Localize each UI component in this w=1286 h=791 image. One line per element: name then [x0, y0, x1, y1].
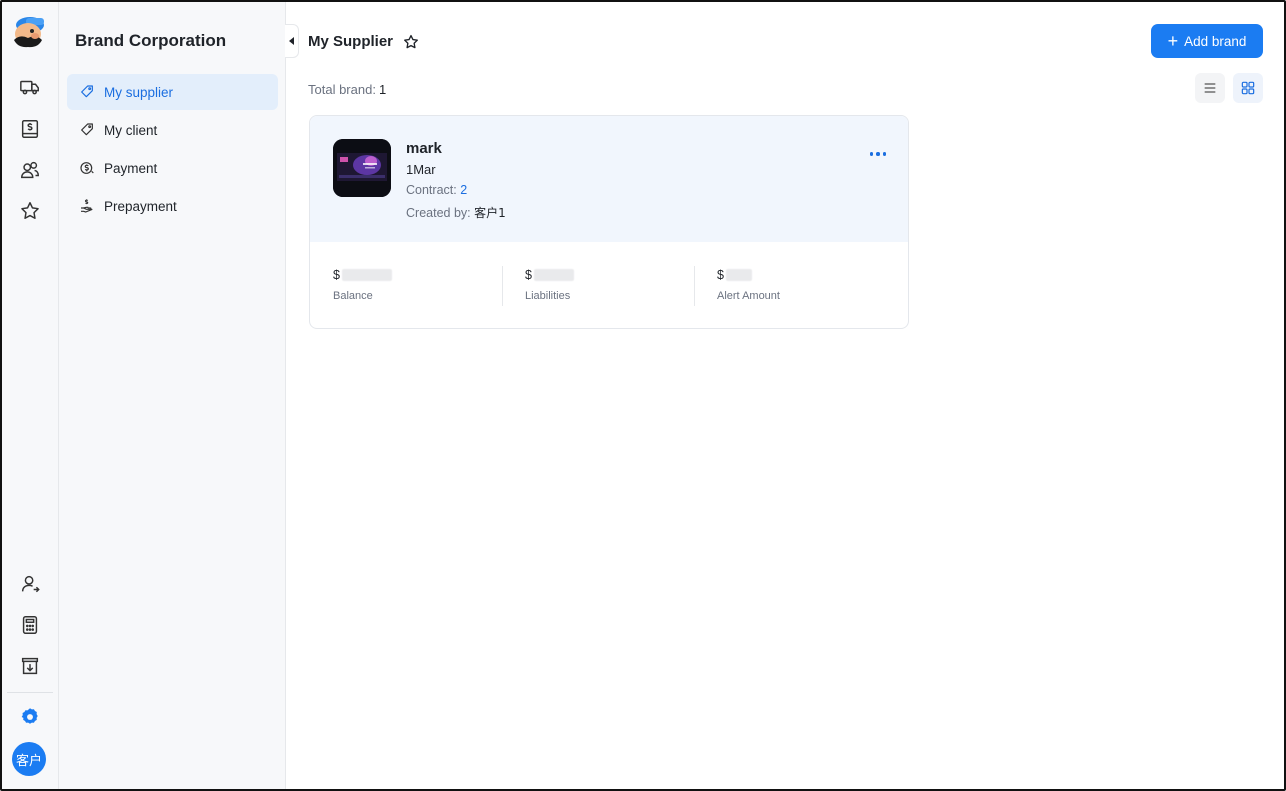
add-brand-label: Add brand — [1184, 33, 1247, 49]
sidebar-item-my-client[interactable]: My client — [67, 112, 278, 148]
sidebar-item-my-supplier[interactable]: My supplier — [67, 74, 278, 110]
sidebar-item-payment[interactable]: Payment — [67, 150, 278, 186]
sidebar-item-label: My supplier — [104, 84, 174, 100]
main-content: My Supplier + Add brand Total brand: 1 m… — [287, 2, 1284, 789]
sidebar-title: Brand Corporation — [75, 31, 227, 50]
dollar-document-icon[interactable] — [14, 113, 46, 145]
sidebar-item-prepayment[interactable]: Prepayment — [67, 188, 278, 224]
star-icon[interactable] — [14, 195, 46, 227]
stat-divider — [502, 266, 503, 306]
total-brand: Total brand: 1 — [308, 82, 386, 97]
created-by-value: 客户1 — [474, 206, 506, 220]
grid-icon — [1241, 81, 1255, 95]
tag-icon — [81, 85, 93, 98]
brand-created-by: Created by: 客户1 — [406, 204, 506, 221]
list-view-button[interactable] — [1195, 73, 1225, 103]
page-title: My Supplier — [308, 33, 394, 50]
add-brand-button[interactable]: + Add brand — [1151, 24, 1263, 58]
total-brand-label: Total brand: — [308, 82, 376, 97]
rail-divider — [7, 692, 53, 693]
dollar-circle-icon — [80, 162, 94, 174]
stat-divider — [694, 266, 695, 306]
redacted-value — [341, 269, 392, 281]
sidebar-item-label: Payment — [104, 160, 158, 176]
sidebar-item-label: My client — [104, 122, 158, 138]
stat-currency: $ — [525, 268, 532, 282]
stat-alert-amount: $ Alert Amount — [717, 268, 887, 308]
user-avatar[interactable]: 客户 — [12, 742, 46, 776]
stat-currency: $ — [717, 268, 724, 282]
brand-card[interactable]: mark 1Mar Contract: 2 Created by: 客户1 $ … — [309, 115, 909, 329]
contract-label: Contract: — [406, 183, 457, 197]
icon-rail: 客户 — [2, 2, 59, 789]
tag-icon — [81, 123, 93, 136]
brand-contract: Contract: 2 — [406, 183, 467, 197]
brand-thumbnail — [333, 139, 391, 197]
sidebar-item-label: Prepayment — [104, 198, 177, 214]
users-icon[interactable] — [14, 154, 46, 186]
secondary-sidebar: Brand Corporation My supplier My client … — [59, 2, 286, 789]
truck-icon[interactable] — [14, 71, 46, 103]
stat-label: Alert Amount — [717, 290, 780, 302]
brand-name[interactable]: mark — [406, 140, 442, 157]
stat-label: Balance — [333, 290, 373, 302]
list-icon — [1204, 83, 1216, 93]
user-add-icon[interactable] — [14, 568, 46, 600]
app-logo[interactable] — [8, 12, 50, 50]
settings-icon[interactable] — [14, 701, 46, 733]
contract-count-link[interactable]: 2 — [460, 183, 467, 197]
created-by-label: Created by: — [406, 206, 471, 220]
grid-view-button[interactable] — [1233, 73, 1263, 103]
hand-dollar-icon — [81, 199, 93, 213]
redacted-value — [533, 269, 574, 281]
brand-subtitle: 1Mar — [406, 162, 436, 177]
stat-liabilities: $ Liabilities — [525, 268, 695, 308]
total-brand-count: 1 — [378, 82, 387, 97]
redacted-value — [725, 269, 752, 281]
calculator-icon[interactable] — [14, 609, 46, 641]
favorite-star-icon[interactable] — [402, 33, 420, 51]
plus-icon: + — [1167, 31, 1179, 51]
download-box-icon[interactable] — [14, 650, 46, 682]
stat-balance: $ Balance — [333, 268, 503, 308]
more-options-icon[interactable] — [868, 146, 888, 162]
stat-currency: $ — [333, 268, 340, 282]
stat-label: Liabilities — [525, 290, 571, 302]
app-window: 客户 Brand Corporation My supplier My clie… — [0, 0, 1286, 791]
brand-card-header — [310, 116, 908, 242]
